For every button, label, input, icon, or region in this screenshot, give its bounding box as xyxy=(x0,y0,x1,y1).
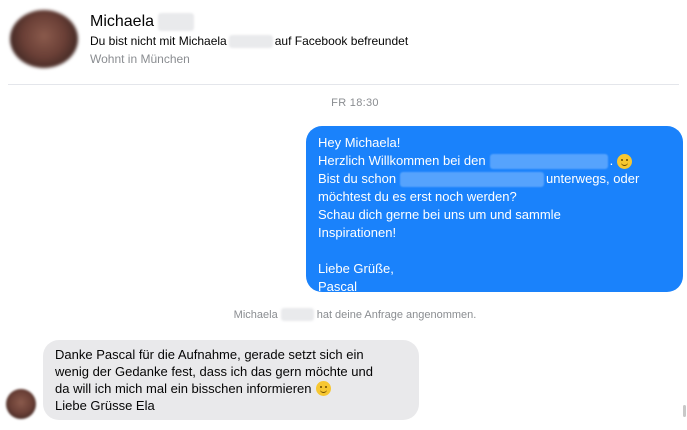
scrollbar-thumb[interactable] xyxy=(683,405,686,417)
redacted-text xyxy=(400,171,545,187)
message-text: da will ich mich mal ein bisschen inform… xyxy=(55,381,312,396)
message-line: Danke Pascal für die Aufnahme, gerade se… xyxy=(55,347,364,362)
contact-avatar[interactable] xyxy=(10,10,78,68)
incoming-message-bubble[interactable]: Danke Pascal für die Aufnahme, gerade se… xyxy=(43,340,419,420)
system-notification: Michaela hat deine Anfrage angenommen. xyxy=(0,308,687,321)
contact-name[interactable]: Michaela xyxy=(90,13,154,31)
message-line: Liebe Grüsse Ela xyxy=(55,398,155,413)
outgoing-message-bubble[interactable]: Hey Michaela! Herzlich Willkommen bei de… xyxy=(306,126,683,294)
message-line: Inspirationen! xyxy=(318,225,397,240)
friend-status: Du bist nicht mit Michaela auf Facebook … xyxy=(90,34,408,48)
message-line: wenig der Gedanke fest, dass ich das ger… xyxy=(55,364,373,379)
friend-status-text-pre: Du bist nicht mit Michaela xyxy=(90,34,227,48)
message-text: Herzlich Willkommen bei den xyxy=(318,153,486,168)
smiley-icon xyxy=(617,153,633,169)
message-text: . xyxy=(609,153,614,168)
friend-status-text-post: auf Facebook befreundet xyxy=(274,34,409,48)
message-line: möchtest du es erst noch werden? xyxy=(318,189,517,204)
contact-location: Wohnt in München xyxy=(90,52,190,66)
sender-avatar[interactable] xyxy=(6,389,36,419)
message-line: Hey Michaela! xyxy=(318,135,401,150)
smiley-icon xyxy=(315,381,331,396)
message-line: Herzlich Willkommen bei den . xyxy=(318,152,671,170)
conversation-header: Michaela Du bist nicht mit Michaela auf … xyxy=(0,0,687,85)
message-line: Pascal xyxy=(318,279,358,294)
redacted-surname-inline xyxy=(228,34,273,48)
system-text-post: hat deine Anfrage angenommen. xyxy=(316,308,477,321)
contact-name-row: Michaela xyxy=(90,12,195,32)
redacted-group-name xyxy=(489,153,608,169)
message-text: unterwegs, oder xyxy=(546,171,640,186)
message-text: Bist du schon xyxy=(318,171,397,186)
message-line: da will ich mich mal ein bisschen inform… xyxy=(55,380,407,397)
message-timestamp: FR 18:30 xyxy=(331,97,379,109)
system-text-pre: Michaela xyxy=(233,308,278,321)
redacted-surname xyxy=(158,13,195,31)
message-line: Bist du schon unterwegs, oder xyxy=(318,170,671,188)
message-line: Liebe Grüße, xyxy=(318,261,394,276)
message-line: Schau dich gerne bei uns um und sammle xyxy=(318,207,561,222)
redacted-surname-system xyxy=(280,308,314,321)
header-divider xyxy=(8,84,679,85)
